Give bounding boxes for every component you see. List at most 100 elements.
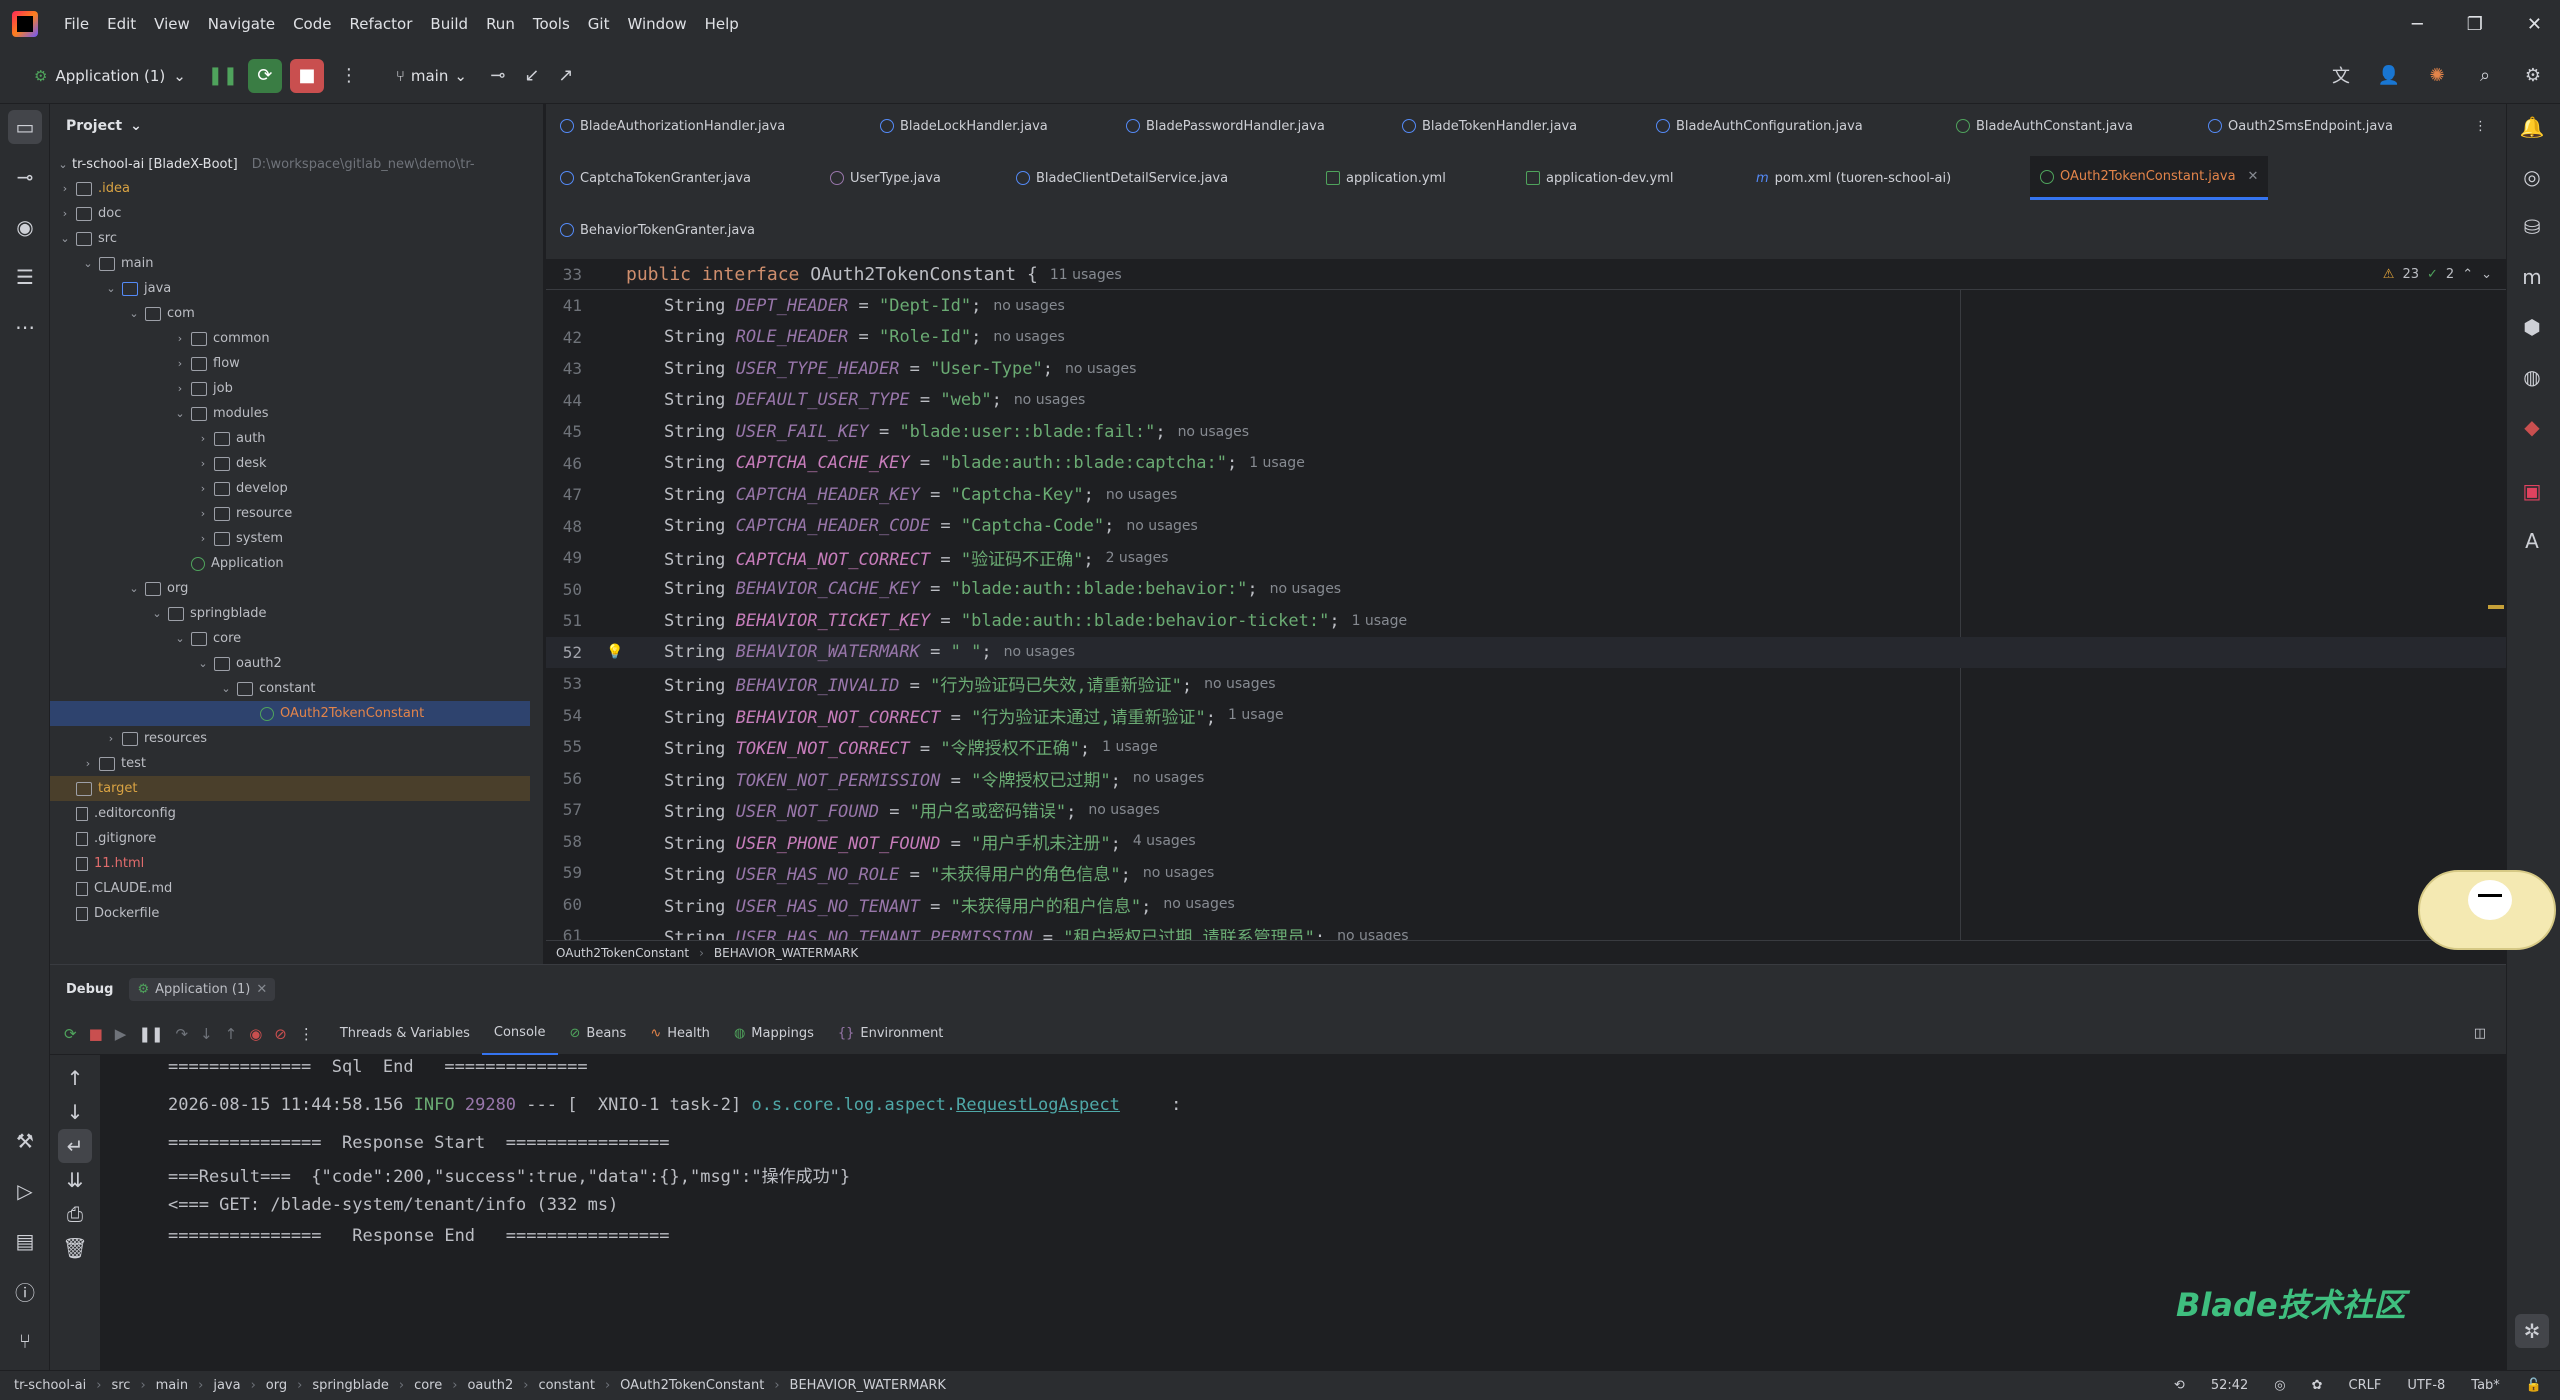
step-into-icon[interactable]: ↓ [200,1025,213,1043]
add-user-icon[interactable]: 👤 [2372,58,2406,92]
console-output[interactable]: ============== Sql End ============== 20… [100,1055,2506,1371]
project-tool-icon[interactable]: ▭ [8,110,42,144]
tree-item[interactable]: › doc [50,201,530,226]
git-branch-selector[interactable]: ⑂ main ⌄ [396,67,467,85]
gradle-icon[interactable]: ⬢ [2515,310,2549,344]
usage-hint[interactable]: 1 usage [1102,739,1158,755]
tab-mappings[interactable]: ◍ Mappings [722,1013,826,1055]
usage-hint[interactable]: no usages [1126,518,1197,534]
tab-beans[interactable]: ⊘ Beans [558,1013,639,1055]
chevron-down-icon[interactable]: ⌄ [2481,267,2492,282]
usage-hint[interactable]: no usages [993,329,1064,345]
minimize-icon[interactable]: ─ [2412,14,2423,35]
tree-item[interactable]: › job [50,376,530,401]
tree-item[interactable]: ⌄ java [50,276,530,301]
usage-hint[interactable]: 1 usage [1249,455,1305,471]
more-icon[interactable]: ⋮ [299,1025,314,1043]
status-crumb[interactable]: oauth2 [467,1378,513,1393]
close-icon[interactable]: ✕ [256,982,267,997]
status-crumb[interactable]: src [111,1378,130,1393]
usage-hint[interactable]: no usages [1014,392,1085,408]
soft-wrap-icon[interactable]: ↵ [58,1129,92,1163]
tree-item[interactable]: ⌄ org [50,576,530,601]
tab-health[interactable]: ∿ Health [638,1013,722,1055]
tree-root[interactable]: ⌄ tr-school-ai [BladeX-Boot] D:\workspac… [54,152,534,177]
code-line[interactable]: 41 String DEPT_HEADER = "Dept-Id"; no usag… [546,290,2506,321]
intention-bulb-icon[interactable]: 💡 [606,644,623,660]
run-config-selector[interactable]: ⚙ Application (1) ⌄ [34,67,186,85]
code-line[interactable]: 53 String BEHAVIOR_INVALID = "行为验证码已失效,请重… [546,668,2506,699]
scroll-down-icon[interactable]: ↓ [58,1095,92,1129]
scroll-up-icon[interactable]: ↑ [58,1061,92,1095]
tree-item[interactable]: › resource [50,501,530,526]
scroll-to-end-icon[interactable]: ⇊ [58,1163,92,1197]
pause-icon[interactable]: ❚❚ [206,59,240,93]
layout-icon[interactable]: ◫ [2474,1026,2486,1041]
menu-file[interactable]: File [64,15,89,33]
usage-hint[interactable]: no usages [1270,581,1341,597]
sync-icon[interactable]: ⟲ [2174,1378,2185,1393]
menu-build[interactable]: Build [430,15,468,33]
code-line[interactable]: 48 String CAPTCHA_HEADER_CODE = "Captcha-… [546,511,2506,542]
tab-blade-lock-handler[interactable]: BladeLockHandler.java [880,104,1048,148]
pause-icon[interactable]: ❚❚ [138,1025,163,1043]
tree-item[interactable]: ⌄ com [50,301,530,326]
tree-item[interactable]: ⌄ modules [50,401,530,426]
code-line[interactable]: 52 💡 String BEHAVIOR_WATERMARK = " "; no us… [546,636,2506,668]
code-line[interactable]: 45 String USER_FAIL_KEY = "blade:user::bl… [546,416,2506,447]
print-icon[interactable]: ⎙ [58,1197,92,1231]
menu-git[interactable]: Git [588,15,610,33]
settings-icon[interactable]: ⚙ [2516,58,2550,92]
tab-blade-client-detail-service[interactable]: BladeClientDetailService.java [1016,156,1228,200]
usage-hint[interactable]: 4 usages [1133,833,1196,849]
tab-behavior-token-granter[interactable]: BehaviorTokenGranter.java [560,208,755,252]
usage-hint[interactable]: no usages [1133,770,1204,786]
usage-hint[interactable]: no usages [1337,928,1408,941]
tree-item[interactable]: › .idea [50,176,530,201]
build-icon[interactable]: ⚒ [8,1124,42,1158]
tab-blade-authorization-handler[interactable]: BladeAuthorizationHandler.java [560,104,785,148]
tree-item[interactable]: CLAUDE.md [50,876,530,901]
tree-item[interactable]: .gitignore [50,826,530,851]
rerun-button[interactable]: ⟳ [247,58,282,93]
status-crumb[interactable]: springblade [312,1378,389,1393]
usage-hint[interactable]: 2 usages [1106,550,1169,566]
menu-tools[interactable]: Tools [533,15,570,33]
restore-icon[interactable]: ❐ [2467,14,2483,35]
usage-hint[interactable]: no usages [1106,487,1177,503]
translate-icon[interactable]: 文 [2324,58,2358,92]
code-line[interactable]: 46 String CAPTCHA_CACHE_KEY = "blade:auth… [546,448,2506,479]
tree-item[interactable]: ⌄ main [50,251,530,276]
code-line[interactable]: 56 String TOKEN_NOT_PERMISSION = "令牌授权已过期… [546,763,2506,794]
terminal-icon[interactable]: ▤ [8,1224,42,1258]
status-crumb[interactable]: core [414,1378,442,1393]
tab-user-type[interactable]: UserType.java [830,156,941,200]
tab-pom-xml[interactable]: m pom.xml (tuoren-school-ai) [1756,156,1951,200]
push-icon[interactable]: ↗ [549,59,583,93]
code-line[interactable]: 60 String USER_HAS_NO_TENANT = "未获得用户的租户信… [546,889,2506,920]
code-line[interactable]: 59 String USER_HAS_NO_ROLE = "未获得用户的角色信息"… [546,857,2506,888]
git-icon[interactable]: ⑂ [8,1324,42,1358]
tab-environment[interactable]: {} Environment [826,1013,956,1055]
search-icon[interactable]: ⌕ [2468,58,2502,92]
log-class-link[interactable]: RequestLogAspect [956,1095,1120,1115]
step-over-icon[interactable]: ↷ [175,1025,188,1043]
usage-hint[interactable]: no usages [1088,802,1159,818]
commit-icon[interactable]: ⊸ [481,59,515,93]
code-line[interactable]: 42 String ROLE_HEADER = "Role-Id"; no usag… [546,322,2506,353]
code-line[interactable]: 55 String TOKEN_NOT_CORRECT = "令牌授权不正确"; 1… [546,731,2506,762]
tab-captcha-token-granter[interactable]: CaptchaTokenGranter.java [560,156,751,200]
tree-item[interactable]: ⌄ oauth2 [50,651,530,676]
tree-item[interactable]: › desk [50,451,530,476]
usage-hint[interactable]: 1 usage [1352,613,1408,629]
tree-item[interactable]: ⌄ core [50,626,530,651]
menu-refactor[interactable]: Refactor [349,15,412,33]
tree-item[interactable]: Dockerfile [50,901,530,926]
ai-chat-icon[interactable]: ◎ [2515,160,2549,194]
status-crumb[interactable]: constant [538,1378,595,1393]
tab-more-icon[interactable]: ⋮ [2474,104,2487,148]
tree-item[interactable]: Application [50,551,530,576]
stop-button[interactable]: ■ [289,58,324,93]
menu-run[interactable]: Run [486,15,515,33]
code-line[interactable]: 54 String BEHAVIOR_NOT_CORRECT = "行为验证未通过… [546,700,2506,731]
